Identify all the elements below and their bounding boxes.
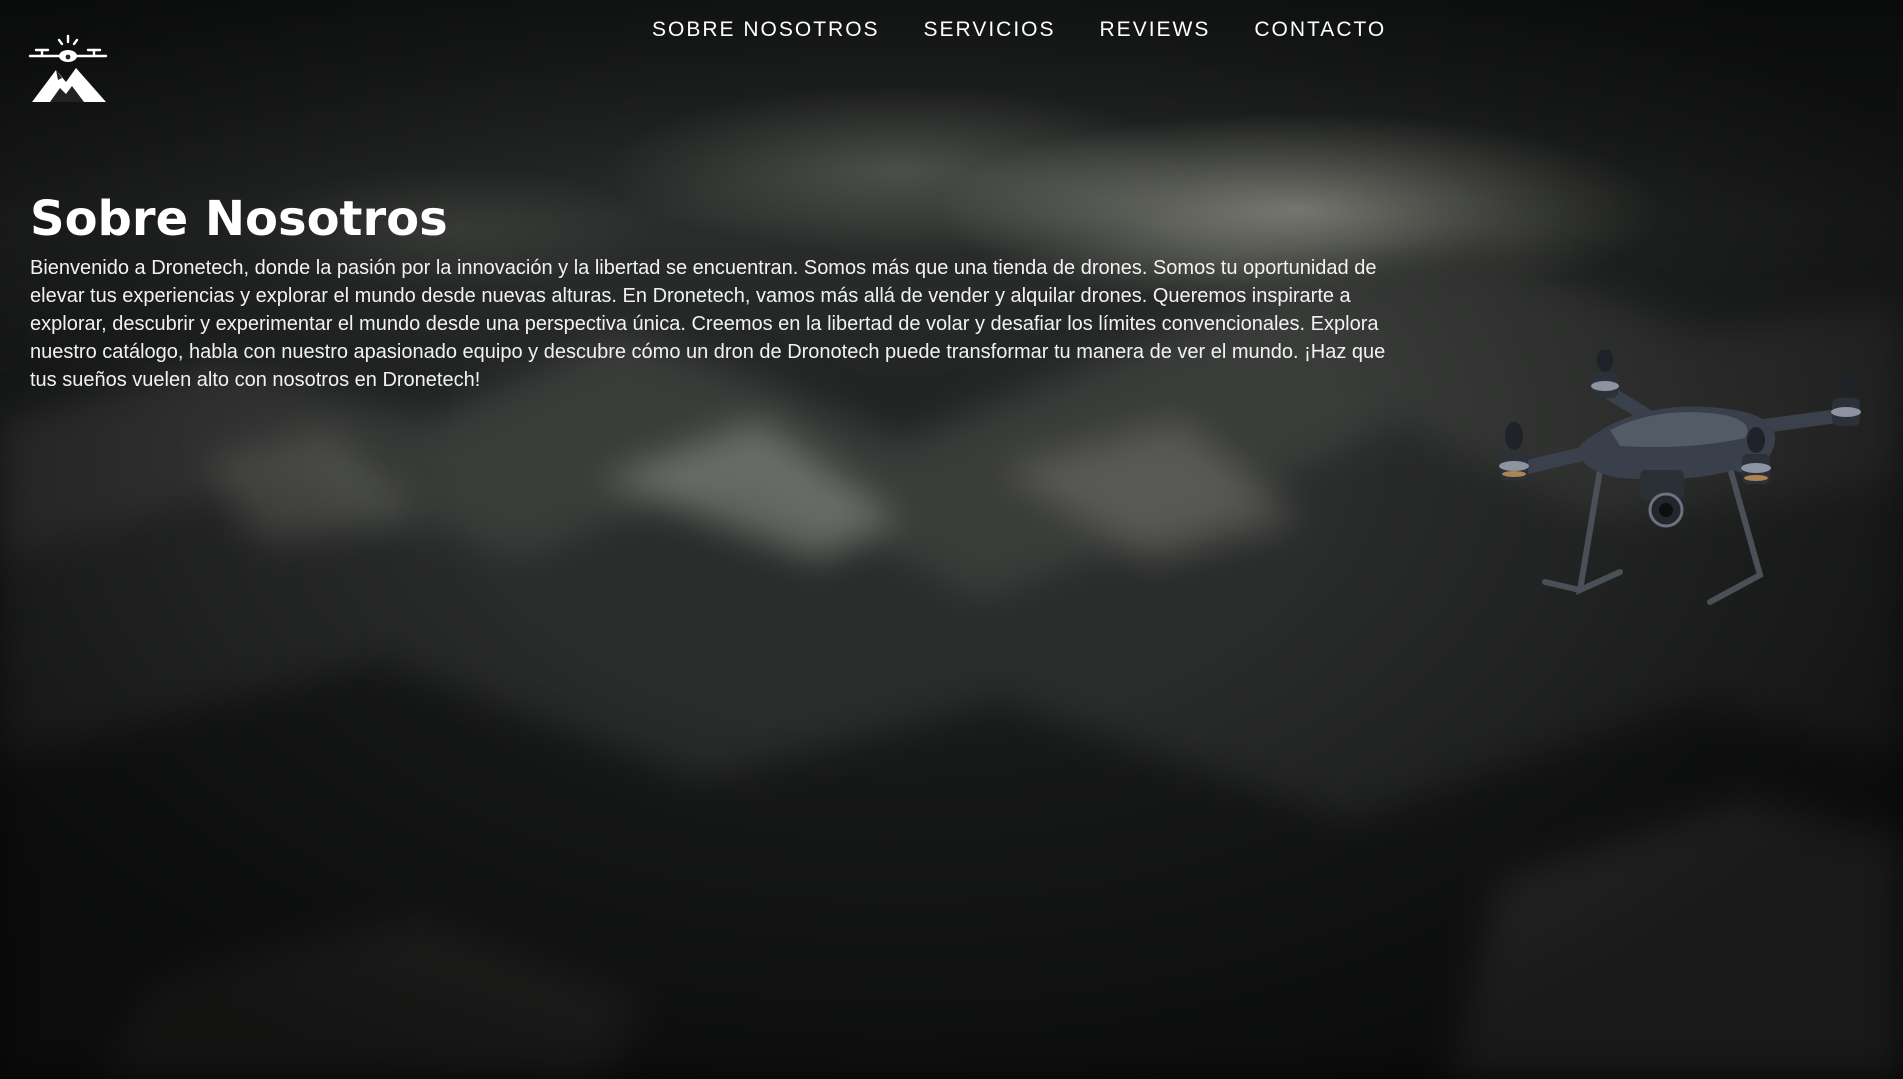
about-title: Sobre Nosotros [30,191,448,247]
nav-item-sobre-nosotros[interactable]: SOBRE NOSOTROS [652,18,880,42]
quadcopter-drone-image [1470,348,1880,620]
about-section: Sobre Nosotros Bienvenido a Dronetech, d… [30,190,1410,394]
page: SOBRE NOSOTROS SERVICIOS REVIEWS CONTACT… [0,0,1903,1079]
about-body: Bienvenido a Dronetech, donde la pasión … [30,257,1386,391]
nav-item-servicios[interactable]: SERVICIOS [924,18,1056,42]
drone-mountain-logo-icon[interactable] [26,34,110,104]
nav-item-contacto[interactable]: CONTACTO [1254,18,1386,42]
nav-item-reviews[interactable]: REVIEWS [1100,18,1211,42]
main-nav: SOBRE NOSOTROS SERVICIOS REVIEWS CONTACT… [652,18,1386,42]
